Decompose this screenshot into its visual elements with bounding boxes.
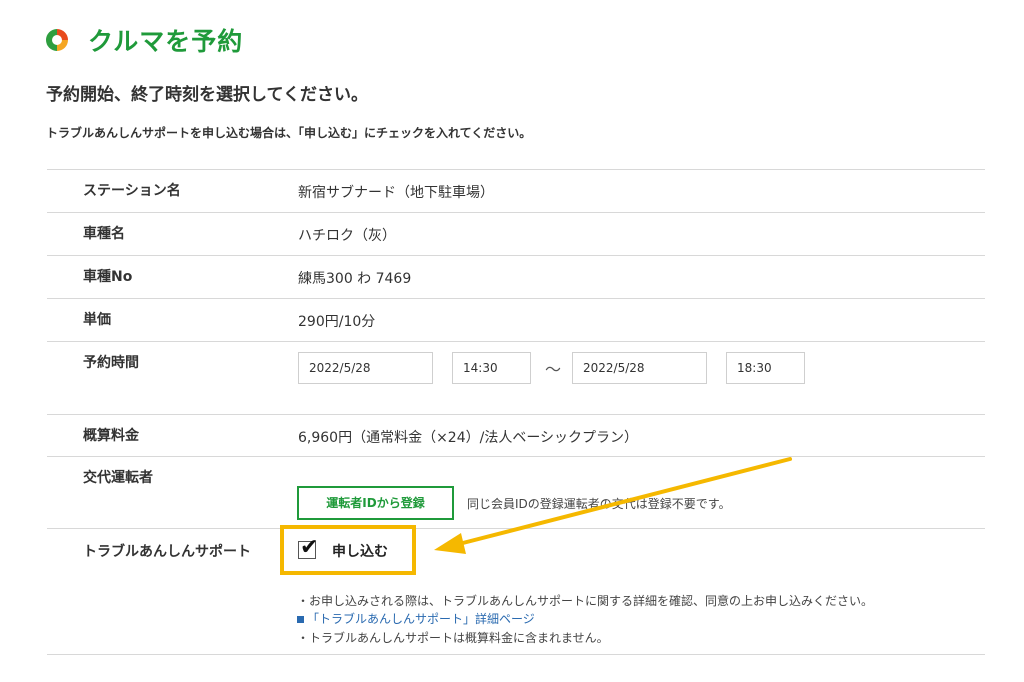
time-label: 予約時間 — [83, 355, 139, 371]
reservation-table: ステーション名 新宿サブナード（地下駐車場） 車種名 ハチロク（灰） 車種No … — [47, 169, 985, 655]
price-value: 290円/10分 — [298, 314, 376, 330]
support-label: トラブルあんしんサポート — [83, 544, 251, 560]
row-support: トラブルあんしんサポート ✔ 申し込む ・お申し込みされる際は、トラブルあんしん… — [47, 525, 985, 655]
support-checkbox-label[interactable]: 申し込む — [332, 541, 388, 561]
time-separator: 〜 — [545, 360, 562, 379]
car-type-value: ハチロク（灰） — [298, 228, 396, 244]
car-no-value: 練馬300 わ 7469 — [298, 271, 412, 287]
support-note-2: ・トラブルあんしんサポートは概算料金に含まれません。 — [297, 631, 609, 645]
row-car-no: 車種No 練馬300 わ 7469 — [47, 256, 985, 299]
price-label: 単価 — [83, 312, 111, 328]
support-detail-link-text[interactable]: 「トラブルあんしんサポート」詳細ページ — [307, 612, 535, 626]
support-note-1: ・お申し込みされる際は、トラブルあんしんサポートに関する詳細を確認、同意の上お申… — [297, 594, 874, 608]
station-value: 新宿サブナード（地下駐車場） — [298, 185, 494, 201]
station-label: ステーション名 — [83, 183, 181, 199]
checkmark-icon: ✔ — [300, 535, 319, 560]
car-no-label: 車種No — [83, 269, 133, 285]
driver-note: 同じ会員IDの登録運転者の交代は登録不要です。 — [467, 497, 731, 511]
car-type-label: 車種名 — [83, 226, 125, 242]
link-square-icon — [297, 616, 304, 623]
support-checkbox[interactable]: ✔ — [298, 535, 318, 560]
start-date-input[interactable]: 2022/5/28 — [298, 352, 433, 384]
support-detail-link[interactable]: 「トラブルあんしんサポート」詳細ページ — [297, 610, 535, 627]
estimate-value: 6,960円（通常料金（×24）/法人ベーシックプラン） — [298, 430, 639, 446]
app-logo-icon — [46, 29, 68, 51]
highlight-box: ✔ 申し込む — [280, 525, 416, 575]
end-date-input[interactable]: 2022/5/28 — [572, 352, 707, 384]
row-driver: 交代運転者 運転者IDから登録 同じ会員IDの登録運転者の交代は登録不要です。 — [47, 457, 985, 529]
estimate-label: 概算料金 — [83, 428, 139, 444]
start-time-input[interactable]: 14:30 — [452, 352, 531, 384]
row-station: ステーション名 新宿サブナード（地下駐車場） — [47, 170, 985, 213]
row-car-type: 車種名 ハチロク（灰） — [47, 213, 985, 256]
driver-label: 交代運転者 — [83, 470, 153, 486]
row-estimate: 概算料金 6,960円（通常料金（×24）/法人ベーシックプラン） — [47, 415, 985, 457]
page-title: クルマを予約 — [88, 27, 244, 56]
end-time-input[interactable]: 18:30 — [726, 352, 805, 384]
row-time: 予約時間 2022/5/28 14:30 〜 2022/5/28 18:30 — [47, 342, 985, 415]
register-driver-button[interactable]: 運転者IDから登録 — [297, 486, 454, 520]
page-header: クルマを予約 — [46, 24, 243, 56]
page-subtitle: 予約開始、終了時刻を選択してください。 — [46, 85, 368, 105]
support-notice: トラブルあんしんサポートを申し込む場合は、「申し込む」にチェックを入れてください… — [46, 126, 532, 140]
row-price: 単価 290円/10分 — [47, 299, 985, 342]
